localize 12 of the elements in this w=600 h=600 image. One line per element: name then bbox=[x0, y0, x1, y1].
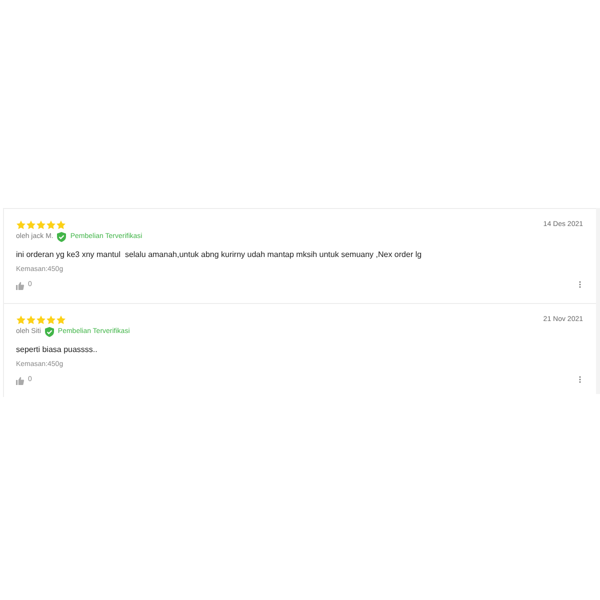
review-text: seperti biasa puassss.. bbox=[16, 344, 98, 356]
star-icon bbox=[16, 315, 26, 325]
star-icon bbox=[36, 315, 46, 325]
star-icon bbox=[26, 315, 36, 325]
star-icon bbox=[56, 315, 66, 325]
star-icon bbox=[56, 220, 66, 230]
star-icon bbox=[26, 220, 36, 230]
review-text: ini orderan yg ke3 xny mantul selalu amanah,untuk abng kurirny udah mantap mksih untuk semuany ,Nex order lg bbox=[16, 249, 423, 261]
star-icon bbox=[46, 315, 56, 325]
star-icon bbox=[16, 220, 26, 230]
star-icon bbox=[36, 220, 46, 230]
star-icon bbox=[46, 220, 56, 230]
